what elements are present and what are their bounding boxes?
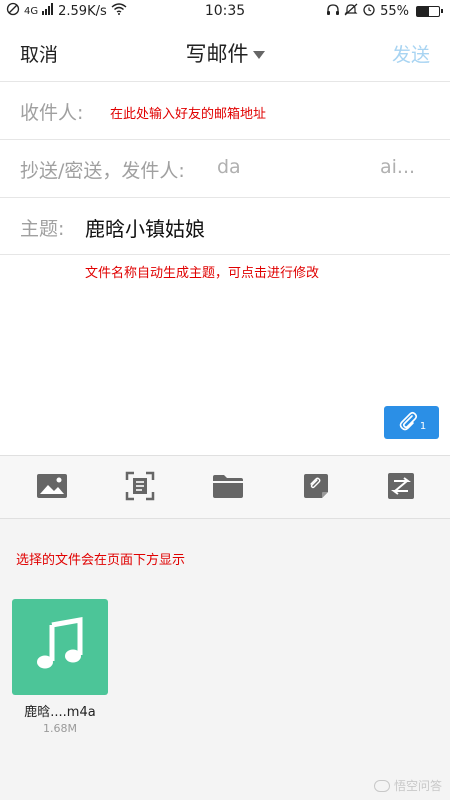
scan-button[interactable] — [123, 471, 157, 505]
watermark: 悟空问答 — [373, 777, 442, 794]
to-label: 收件人: — [20, 102, 84, 124]
subject-row[interactable]: 主题: 鹿晗小镇姑娘 — [0, 198, 450, 255]
sender-value-end: ai... — [380, 156, 416, 178]
subject-label: 主题: — [20, 218, 65, 240]
compose-header: 取消 写邮件 发送 — [0, 22, 450, 82]
headset-icon — [326, 3, 340, 20]
transfer-icon — [387, 472, 415, 504]
caret-down-icon — [252, 51, 265, 59]
subject-input[interactable]: 鹿晗小镇姑娘 — [85, 213, 205, 242]
cc-label: 抄送/密送，发件人: — [20, 160, 185, 182]
transfer-button[interactable] — [384, 472, 418, 504]
network-speed: 2.59K/s — [58, 3, 107, 19]
battery-percent: 55% — [380, 3, 409, 19]
alarm-icon — [362, 3, 376, 20]
wifi-icon — [111, 3, 127, 19]
battery-icon — [416, 5, 443, 17]
music-note-icon — [32, 617, 88, 677]
scan-icon — [125, 471, 155, 505]
sender-value-start: da — [217, 156, 241, 178]
compose-title-text: 写邮件 — [185, 42, 249, 66]
signal-icon — [42, 3, 54, 19]
watermark-text: 悟空问答 — [393, 779, 442, 793]
chat-bubble-icon — [373, 779, 390, 792]
paperclip-icon — [397, 410, 419, 436]
status-right: 55% — [326, 3, 443, 20]
battery-level — [417, 6, 430, 16]
panel-annotation: 选择的文件会在页面下方显示 — [16, 553, 186, 568]
file-size: 1.68M — [43, 722, 77, 735]
to-row[interactable]: 收件人: 在此处输入好友的邮箱地址 — [0, 82, 450, 140]
cc-row[interactable]: 抄送/密送，发件人: da ai... — [0, 140, 450, 198]
note-button[interactable] — [299, 472, 333, 504]
status-left: 4G 2.59K/s — [6, 2, 127, 20]
attachment-toolbar — [0, 455, 450, 519]
file-name: 鹿晗....m4a — [24, 705, 96, 720]
body-annotation: 文件名称自动生成主题，可点击进行修改 — [85, 266, 320, 281]
mute-icon — [344, 3, 358, 20]
image-icon — [36, 473, 68, 503]
file-item[interactable]: 鹿晗....m4a 1.68M — [12, 599, 108, 735]
to-annotation: 在此处输入好友的邮箱地址 — [110, 107, 267, 122]
folder-icon — [212, 473, 244, 503]
image-button[interactable] — [35, 472, 69, 504]
network-type: 4G — [24, 5, 39, 17]
selected-files-panel: 选择的文件会在页面下方显示 鹿晗....m4a 1.68M 悟空问答 — [0, 519, 450, 800]
folder-button[interactable] — [211, 472, 245, 504]
note-icon — [302, 472, 330, 504]
compose-title[interactable]: 写邮件 — [0, 38, 450, 68]
file-thumbnail — [12, 599, 108, 695]
send-button[interactable]: 发送 — [392, 40, 430, 67]
attachment-button[interactable]: 1 — [384, 406, 439, 439]
status-bar: 4G 2.59K/s 10:35 55% — [0, 0, 450, 22]
no-disturb-icon — [6, 2, 20, 20]
attachment-count: 1 — [419, 421, 427, 432]
